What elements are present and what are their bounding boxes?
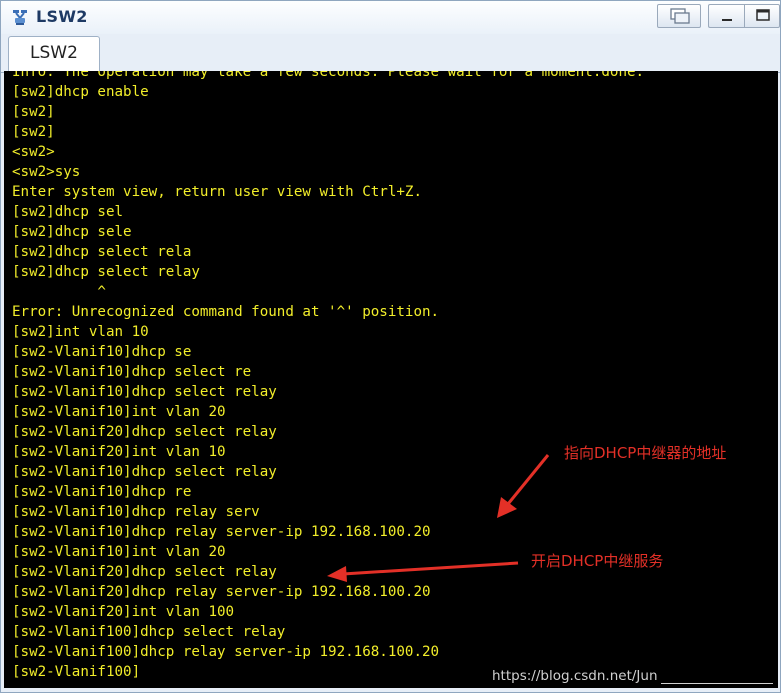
annotation-enable-relay: 开启DHCP中继服务 xyxy=(531,552,664,570)
watermark-text: https://blog.csdn.net/Jun xyxy=(492,668,658,684)
annotation-arrows xyxy=(327,454,550,582)
watermark-underline xyxy=(661,683,773,684)
arrow-to-enable-relay xyxy=(327,561,519,582)
arrow-to-relay-address xyxy=(497,454,550,518)
annotation-relay-address: 指向DHCP中继器的地址 xyxy=(564,444,727,462)
